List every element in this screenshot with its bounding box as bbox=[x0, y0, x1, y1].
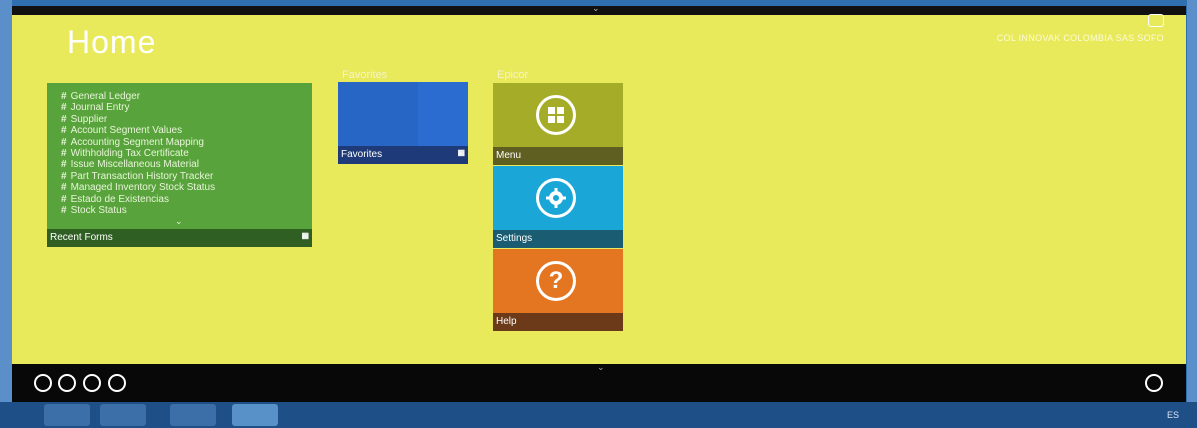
group-label-epicor: Epicor bbox=[497, 69, 529, 81]
favorites-panel bbox=[418, 82, 468, 146]
globe-icon[interactable] bbox=[58, 374, 76, 392]
language-indicator[interactable]: ES bbox=[1167, 410, 1179, 420]
menu-grid-icon bbox=[536, 95, 576, 135]
explorer-taskbar-button[interactable] bbox=[44, 404, 90, 426]
window-frame-right bbox=[1187, 0, 1197, 405]
recent-forms-label: Recent Forms bbox=[50, 232, 113, 243]
list-item[interactable]: # Issue Miscellaneous Material bbox=[61, 159, 312, 170]
help-tile[interactable]: ? Help bbox=[493, 249, 623, 331]
help-label: Help bbox=[496, 316, 517, 327]
window-frame-left bbox=[0, 0, 12, 405]
epicor-home-app: ⌄ Home COL INNOVAK COLOMBIA SAS SOFO Fav… bbox=[12, 3, 1186, 402]
epicor-taskbar-button[interactable] bbox=[232, 404, 278, 426]
search-icon[interactable] bbox=[108, 374, 126, 392]
chevron-down-icon[interactable]: ⌄ bbox=[597, 362, 605, 373]
chrome-taskbar-button[interactable] bbox=[170, 404, 216, 426]
apps-icon[interactable] bbox=[1145, 374, 1163, 392]
menu-footer: Menu bbox=[493, 147, 623, 165]
media-taskbar-button[interactable] bbox=[100, 404, 146, 426]
recent-forms-list: # General Ledger # Journal Entry # Supplier… bbox=[47, 83, 312, 216]
list-item[interactable]: # Part Transaction History Tracker bbox=[61, 171, 312, 182]
list-item[interactable]: # General Ledger bbox=[61, 91, 312, 102]
gear-icon bbox=[536, 178, 576, 218]
header-right: COL INNOVAK COLOMBIA SAS SOFO bbox=[997, 14, 1164, 43]
chevron-down-icon[interactable]: ⌄ bbox=[592, 3, 600, 14]
settings-tile[interactable]: Settings bbox=[493, 166, 623, 248]
user-icon[interactable] bbox=[34, 374, 52, 392]
list-item[interactable]: # Withholding Tax Certificate bbox=[61, 148, 312, 159]
list-item[interactable]: # Supplier bbox=[61, 114, 312, 125]
windows-taskbar: ES bbox=[0, 402, 1197, 428]
settings-footer: Settings bbox=[493, 230, 623, 248]
list-item[interactable]: # Account Segment Values bbox=[61, 125, 312, 136]
company-name[interactable]: COL INNOVAK COLOMBIA SAS SOFO bbox=[997, 33, 1164, 43]
chat-icon[interactable] bbox=[83, 374, 101, 392]
group-label-favorites: Favorites bbox=[342, 69, 388, 81]
tile-corner-icon: ▦ bbox=[301, 231, 309, 240]
help-footer: Help bbox=[493, 313, 623, 331]
favorites-tile[interactable]: Favorites ▦ bbox=[338, 82, 468, 164]
question-icon: ? bbox=[536, 261, 576, 301]
favorites-label: Favorites bbox=[341, 149, 383, 160]
user-menu-icon[interactable] bbox=[1148, 14, 1164, 27]
list-item[interactable]: # Stock Status bbox=[61, 205, 312, 216]
recent-forms-tile[interactable]: # General Ledger # Journal Entry # Supplier… bbox=[47, 83, 312, 247]
start-button[interactable] bbox=[2, 404, 32, 426]
system-tray: ES bbox=[1167, 410, 1179, 420]
menu-label: Menu bbox=[496, 150, 522, 161]
list-item[interactable]: # Journal Entry bbox=[61, 102, 312, 113]
tile-corner-icon: ▦ bbox=[457, 148, 465, 157]
bottom-app-bar: ⌄ bbox=[12, 362, 1186, 402]
recent-forms-footer: Recent Forms ▦ bbox=[47, 229, 312, 247]
chevron-down-icon[interactable]: ⌄ bbox=[175, 216, 183, 227]
list-item[interactable]: # Estado de Existencias bbox=[61, 194, 312, 205]
list-item[interactable]: # Managed Inventory Stock Status bbox=[61, 182, 312, 193]
settings-label: Settings bbox=[496, 233, 533, 244]
page-title: Home bbox=[67, 24, 157, 60]
menu-tile[interactable]: Menu bbox=[493, 83, 623, 165]
favorites-footer: Favorites ▦ bbox=[338, 146, 468, 164]
list-item[interactable]: # Accounting Segment Mapping bbox=[61, 137, 312, 148]
